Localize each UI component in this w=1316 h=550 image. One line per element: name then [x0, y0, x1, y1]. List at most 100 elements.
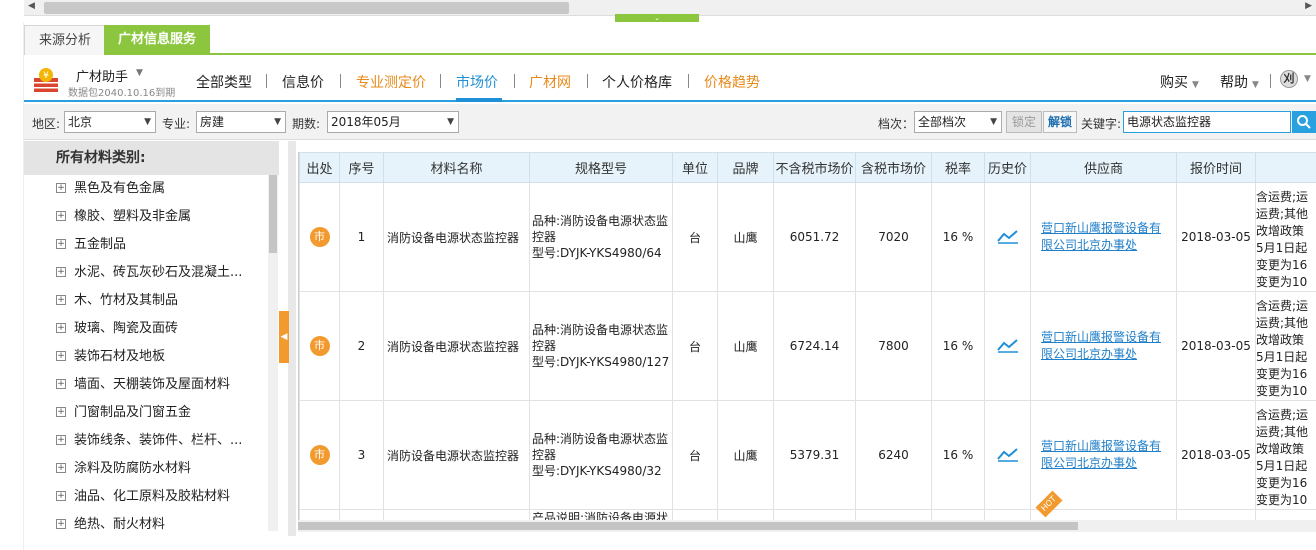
- tab-material-info-service[interactable]: 广材信息服务: [104, 25, 211, 55]
- table-row[interactable]: 市 3 消防设备电源状态监控器 品种:消防设备电源状态监 控器 型号:DYJK-YKS49…: [299, 400, 1316, 510]
- avatar[interactable]: 刈: [1280, 70, 1298, 88]
- table-cell: [672, 509, 718, 520]
- category-item[interactable]: + 玻璃、陶瓷及面砖: [24, 315, 268, 343]
- table-cell: [1030, 509, 1177, 520]
- tax-rate-cell: 16 %: [931, 400, 985, 510]
- scrollbar-thumb[interactable]: [298, 522, 1078, 530]
- spec-line: 型号:DYJK-YKS4980/127: [532, 355, 670, 369]
- expand-plus-icon[interactable]: +: [56, 407, 66, 417]
- expand-plus-icon[interactable]: +: [56, 211, 66, 221]
- market-source-badge[interactable]: 市: [309, 227, 330, 247]
- sidebar-scrollbar[interactable]: [268, 175, 278, 531]
- note-line: 运费;其他: [1256, 207, 1309, 221]
- assistant-logo-icon: ¥: [34, 68, 58, 92]
- category-item[interactable]: + 装饰石材及地板: [24, 343, 268, 371]
- table-row[interactable]: 市 2 消防设备电源状态监控器 品种:消防设备电源状态监 控器 型号:DYJK-YKS49…: [299, 291, 1316, 401]
- category-list: + 黑色及有色金属 + 橡胶、塑料及非金属 + 五金制品 + 水泥、砖瓦灰砂石及混凝土... +…: [24, 175, 268, 531]
- search-button[interactable]: [1292, 111, 1316, 133]
- category-item[interactable]: + 绝热、耐火材料: [24, 511, 268, 531]
- category-label: 油品、化工原料及胶粘材料: [74, 489, 231, 504]
- category-item[interactable]: + 门窗制品及门窗五金: [24, 399, 268, 427]
- category-item[interactable]: + 水泥、砖瓦灰砂石及混凝土...: [24, 259, 268, 287]
- column-header: 品牌: [717, 152, 774, 183]
- nav-all-types[interactable]: 全部类型: [196, 72, 252, 92]
- column-header: 税率: [931, 152, 985, 183]
- keyword-input[interactable]: 电源状态监控器: [1123, 111, 1291, 133]
- collapse-panel-tab[interactable]: ⌄: [615, 14, 699, 22]
- expand-plus-icon[interactable]: +: [56, 267, 66, 277]
- category-item[interactable]: + 装饰线条、装饰件、栏杆、...: [24, 427, 268, 455]
- table-horizontal-scrollbar[interactable]: [298, 520, 1316, 532]
- expand-plus-icon[interactable]: +: [56, 435, 66, 445]
- expand-plus-icon[interactable]: +: [56, 351, 66, 361]
- dropdown-arrow-icon: ▼: [447, 117, 454, 127]
- collapse-sidebar-button[interactable]: ◀: [279, 311, 289, 363]
- spec-line: 控器: [532, 448, 557, 462]
- major-select[interactable]: 房建 ▼: [196, 111, 286, 133]
- nav-separator: [514, 74, 515, 88]
- supplier-link[interactable]: 营口新山鹰报警设备有 限公司北京办事处: [1041, 438, 1176, 472]
- category-item[interactable]: + 油品、化工原料及胶粘材料: [24, 483, 268, 511]
- category-item[interactable]: + 墙面、天棚装饰及屋面材料: [24, 371, 268, 399]
- category-item[interactable]: + 橡胶、塑料及非金属: [24, 203, 268, 231]
- note-line: 改增政策: [1256, 224, 1305, 238]
- chevron-down-icon[interactable]: ▼: [1304, 74, 1311, 84]
- region-label: 地区:: [32, 117, 61, 131]
- scroll-left-arrow-icon[interactable]: ◀: [28, 1, 35, 11]
- dropdown-arrow-icon: ▼: [144, 117, 151, 127]
- expand-plus-icon[interactable]: +: [56, 295, 66, 305]
- category-label: 水泥、砖瓦灰砂石及混凝土...: [74, 265, 243, 280]
- nav-price-trend[interactable]: 价格趋势: [704, 72, 760, 92]
- market-source-badge[interactable]: 市: [309, 336, 330, 356]
- history-trend-icon[interactable]: [996, 446, 1019, 462]
- period-select[interactable]: 2018年05月 ▼: [327, 111, 459, 133]
- major-value: 房建: [200, 115, 225, 129]
- history-trend-icon[interactable]: [996, 228, 1019, 244]
- expand-plus-icon[interactable]: +: [56, 323, 66, 333]
- expand-plus-icon[interactable]: +: [56, 183, 66, 193]
- buy-menu[interactable]: 购买 ▼: [1160, 72, 1199, 92]
- category-item[interactable]: + 木、竹材及其制品: [24, 287, 268, 315]
- supplier-link[interactable]: 营口新山鹰报警设备有 限公司北京办事处: [1041, 329, 1176, 363]
- material-name-cell: 消防设备电源状态监控器: [383, 291, 530, 401]
- top-strip: ◀ ▶ ⌄: [0, 0, 1316, 22]
- category-item[interactable]: + 涂料及防腐防水材料: [24, 455, 268, 483]
- nav-professional-price[interactable]: 专业测定价: [356, 72, 426, 92]
- scrollbar-thumb[interactable]: [269, 175, 277, 253]
- scroll-right-arrow-icon[interactable]: ▶: [1305, 1, 1312, 11]
- grade-select[interactable]: 全部档次 ▼: [914, 111, 1002, 133]
- expand-plus-icon[interactable]: +: [56, 463, 66, 473]
- expand-plus-icon[interactable]: +: [56, 491, 66, 501]
- nav-info-price[interactable]: 信息价: [282, 72, 324, 92]
- table-row[interactable]: 产品说明:消防设备电源状: [299, 509, 1316, 520]
- region-select[interactable]: 北京 ▼: [64, 111, 156, 133]
- nav-market-price[interactable]: 市场价: [456, 72, 498, 92]
- chevron-down-icon[interactable]: ▼: [136, 68, 143, 78]
- expand-plus-icon[interactable]: +: [56, 379, 66, 389]
- scrollbar-thumb[interactable]: [44, 2, 569, 14]
- nav-separator: [688, 74, 689, 88]
- column-header: 供应商: [1030, 152, 1177, 183]
- market-source-badge[interactable]: 市: [309, 445, 330, 465]
- history-trend-icon[interactable]: [996, 337, 1019, 353]
- supplier-link[interactable]: 营口新山鹰报警设备有 限公司北京办事处: [1041, 220, 1176, 254]
- category-item[interactable]: + 五金制品: [24, 231, 268, 259]
- category-item[interactable]: + 黑色及有色金属: [24, 175, 268, 203]
- nav-personal-price-lib[interactable]: 个人价格库: [602, 72, 672, 92]
- note-cell: 含运费;运 运费;其他 改增政策 5月1日起 变更为16 变更为10: [1255, 400, 1316, 510]
- tab-source-analysis[interactable]: 来源分析: [24, 25, 107, 55]
- expand-plus-icon[interactable]: +: [56, 239, 66, 249]
- lock-button[interactable]: 锁定: [1006, 111, 1042, 133]
- unlock-button[interactable]: 解锁: [1043, 111, 1077, 133]
- column-header: [1255, 152, 1316, 183]
- active-nav-underline: [456, 98, 502, 102]
- table-row[interactable]: 市 1 消防设备电源状态监控器 品种:消防设备电源状态监 控器 型号:DYJK-YKS49…: [299, 182, 1316, 292]
- material-price-table: 出处 序号 材料名称 规格型号 单位 品牌 不含税市场价 含税市场价 税率 历史价 供应商 报价时间 …: [298, 152, 1316, 520]
- assistant-name[interactable]: 广材助手: [76, 66, 128, 85]
- seq-cell: 3: [339, 400, 384, 510]
- help-menu[interactable]: 帮助 ▼: [1220, 72, 1259, 92]
- expand-plus-icon[interactable]: +: [56, 519, 66, 529]
- panel-divider[interactable]: [288, 141, 296, 536]
- supplier-line: 营口新山鹰报警设备有: [1041, 221, 1162, 235]
- nav-gcw[interactable]: 广材网: [529, 72, 571, 92]
